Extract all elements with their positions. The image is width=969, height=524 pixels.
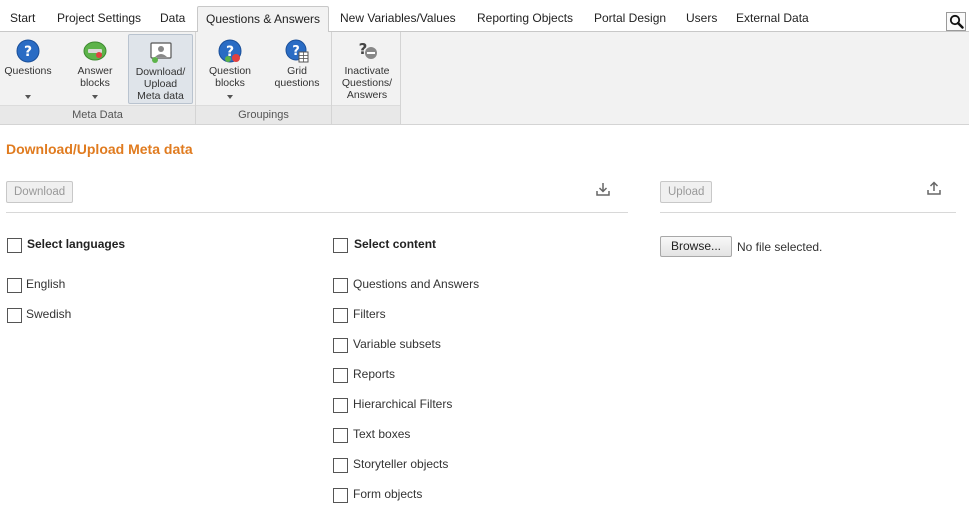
download-button[interactable]: Download xyxy=(6,181,74,203)
ribbon-group-groupings: ? Question blocks ? Grid questions Group… xyxy=(196,32,332,124)
content-item-label: Questions and Answers xyxy=(353,277,480,291)
content-form-objects-checkbox[interactable] xyxy=(333,488,348,503)
content-item-label: Text boxes xyxy=(353,427,411,441)
select-all-content-checkbox[interactable] xyxy=(333,238,348,253)
select-all-languages-checkbox[interactable] xyxy=(7,238,22,253)
content-hierarchical-filters-checkbox[interactable] xyxy=(333,398,348,413)
english-label: English xyxy=(26,277,66,291)
tab-project-settings[interactable]: Project Settings xyxy=(53,7,145,32)
ribbon-group-meta-data: ? Questions Answer blocks Download/ Uplo… xyxy=(0,32,196,124)
question-circle-icon: ? xyxy=(16,39,40,63)
questions-button-label: Questions xyxy=(4,65,52,77)
tab-reporting-objects[interactable]: Reporting Objects xyxy=(473,7,577,32)
inactivate-label: Inactivate Questions/ Answers xyxy=(341,65,393,101)
download-upload-meta-button[interactable]: Download/ Upload Meta data xyxy=(128,34,193,104)
content-variable-subsets-checkbox[interactable] xyxy=(333,338,348,353)
content-filters-checkbox[interactable] xyxy=(333,308,348,323)
question-blocks-icon: ? xyxy=(218,39,242,63)
grid-questions-label: Grid questions xyxy=(274,65,320,89)
grid-questions-button[interactable]: ? Grid questions xyxy=(268,34,326,104)
ribbon-group-label: Meta Data xyxy=(0,105,195,124)
content-questions-answers-checkbox[interactable] xyxy=(333,278,348,293)
select-languages-label: Select languages xyxy=(27,237,126,251)
content-item-label: Variable subsets xyxy=(353,337,441,351)
browse-button[interactable]: Browse... xyxy=(660,236,732,257)
file-status: No file selected. xyxy=(737,240,823,254)
ribbon-group-label: Groupings xyxy=(196,105,331,124)
magnifier-icon xyxy=(949,14,964,29)
tab-questions-answers[interactable]: Questions & Answers xyxy=(197,6,330,33)
tab-new-variables-values[interactable]: New Variables/Values xyxy=(336,7,460,32)
content-text-boxes-checkbox[interactable] xyxy=(333,428,348,443)
content-item-label: Form objects xyxy=(353,487,423,501)
svg-text:?: ? xyxy=(24,44,32,60)
ribbon: ? Questions Answer blocks Download/ Uplo… xyxy=(0,32,969,125)
grid-questions-icon: ? xyxy=(285,39,309,63)
answer-blocks-icon xyxy=(83,41,107,61)
english-checkbox[interactable] xyxy=(7,278,22,293)
download-icon[interactable] xyxy=(595,181,611,197)
tab-data[interactable]: Data xyxy=(156,7,189,32)
download-upload-meta-label: Download/ Upload Meta data xyxy=(135,66,186,102)
chevron-down-icon xyxy=(92,95,98,99)
swedish-checkbox[interactable] xyxy=(7,308,22,323)
ribbon-group-label xyxy=(332,105,400,124)
chevron-down-icon xyxy=(227,95,233,99)
inactivate-icon: ? xyxy=(359,40,377,59)
question-blocks-label: Question blocks xyxy=(208,65,252,89)
answer-blocks-button[interactable]: Answer blocks xyxy=(66,34,124,104)
content-item-label: Hierarchical Filters xyxy=(353,397,453,411)
question-blocks-button[interactable]: ? Question blocks xyxy=(202,34,258,104)
search-button[interactable] xyxy=(946,12,966,31)
content-item-label: Filters xyxy=(353,307,386,321)
ribbon-group-inactivate: ? Inactivate Questions/ Answers xyxy=(332,32,401,124)
tab-users[interactable]: Users xyxy=(682,7,721,32)
divider xyxy=(660,212,956,213)
questions-button[interactable]: ? Questions xyxy=(2,34,54,104)
content-storyteller-objects-checkbox[interactable] xyxy=(333,458,348,473)
divider xyxy=(6,212,628,213)
swedish-label: Swedish xyxy=(26,307,72,321)
tab-bar: Start Project Settings Data Questions & … xyxy=(0,0,969,33)
upload-icon[interactable] xyxy=(926,180,942,196)
upload-button[interactable]: Upload xyxy=(660,181,713,203)
content-item-label: Storyteller objects xyxy=(353,457,449,471)
content-item-label: Reports xyxy=(353,367,396,381)
tab-portal-design[interactable]: Portal Design xyxy=(590,7,670,32)
content-reports-checkbox[interactable] xyxy=(333,368,348,383)
page-title: Download/Upload Meta data xyxy=(6,141,193,157)
tab-start[interactable]: Start xyxy=(6,7,39,32)
tab-external-data[interactable]: External Data xyxy=(732,7,813,32)
download-upload-icon xyxy=(149,42,172,63)
chevron-down-icon xyxy=(25,95,31,99)
answer-blocks-button-label: Answer blocks xyxy=(77,65,113,89)
select-content-label: Select content xyxy=(354,237,437,251)
inactivate-button[interactable]: ? Inactivate Questions/ Answers xyxy=(336,34,398,104)
